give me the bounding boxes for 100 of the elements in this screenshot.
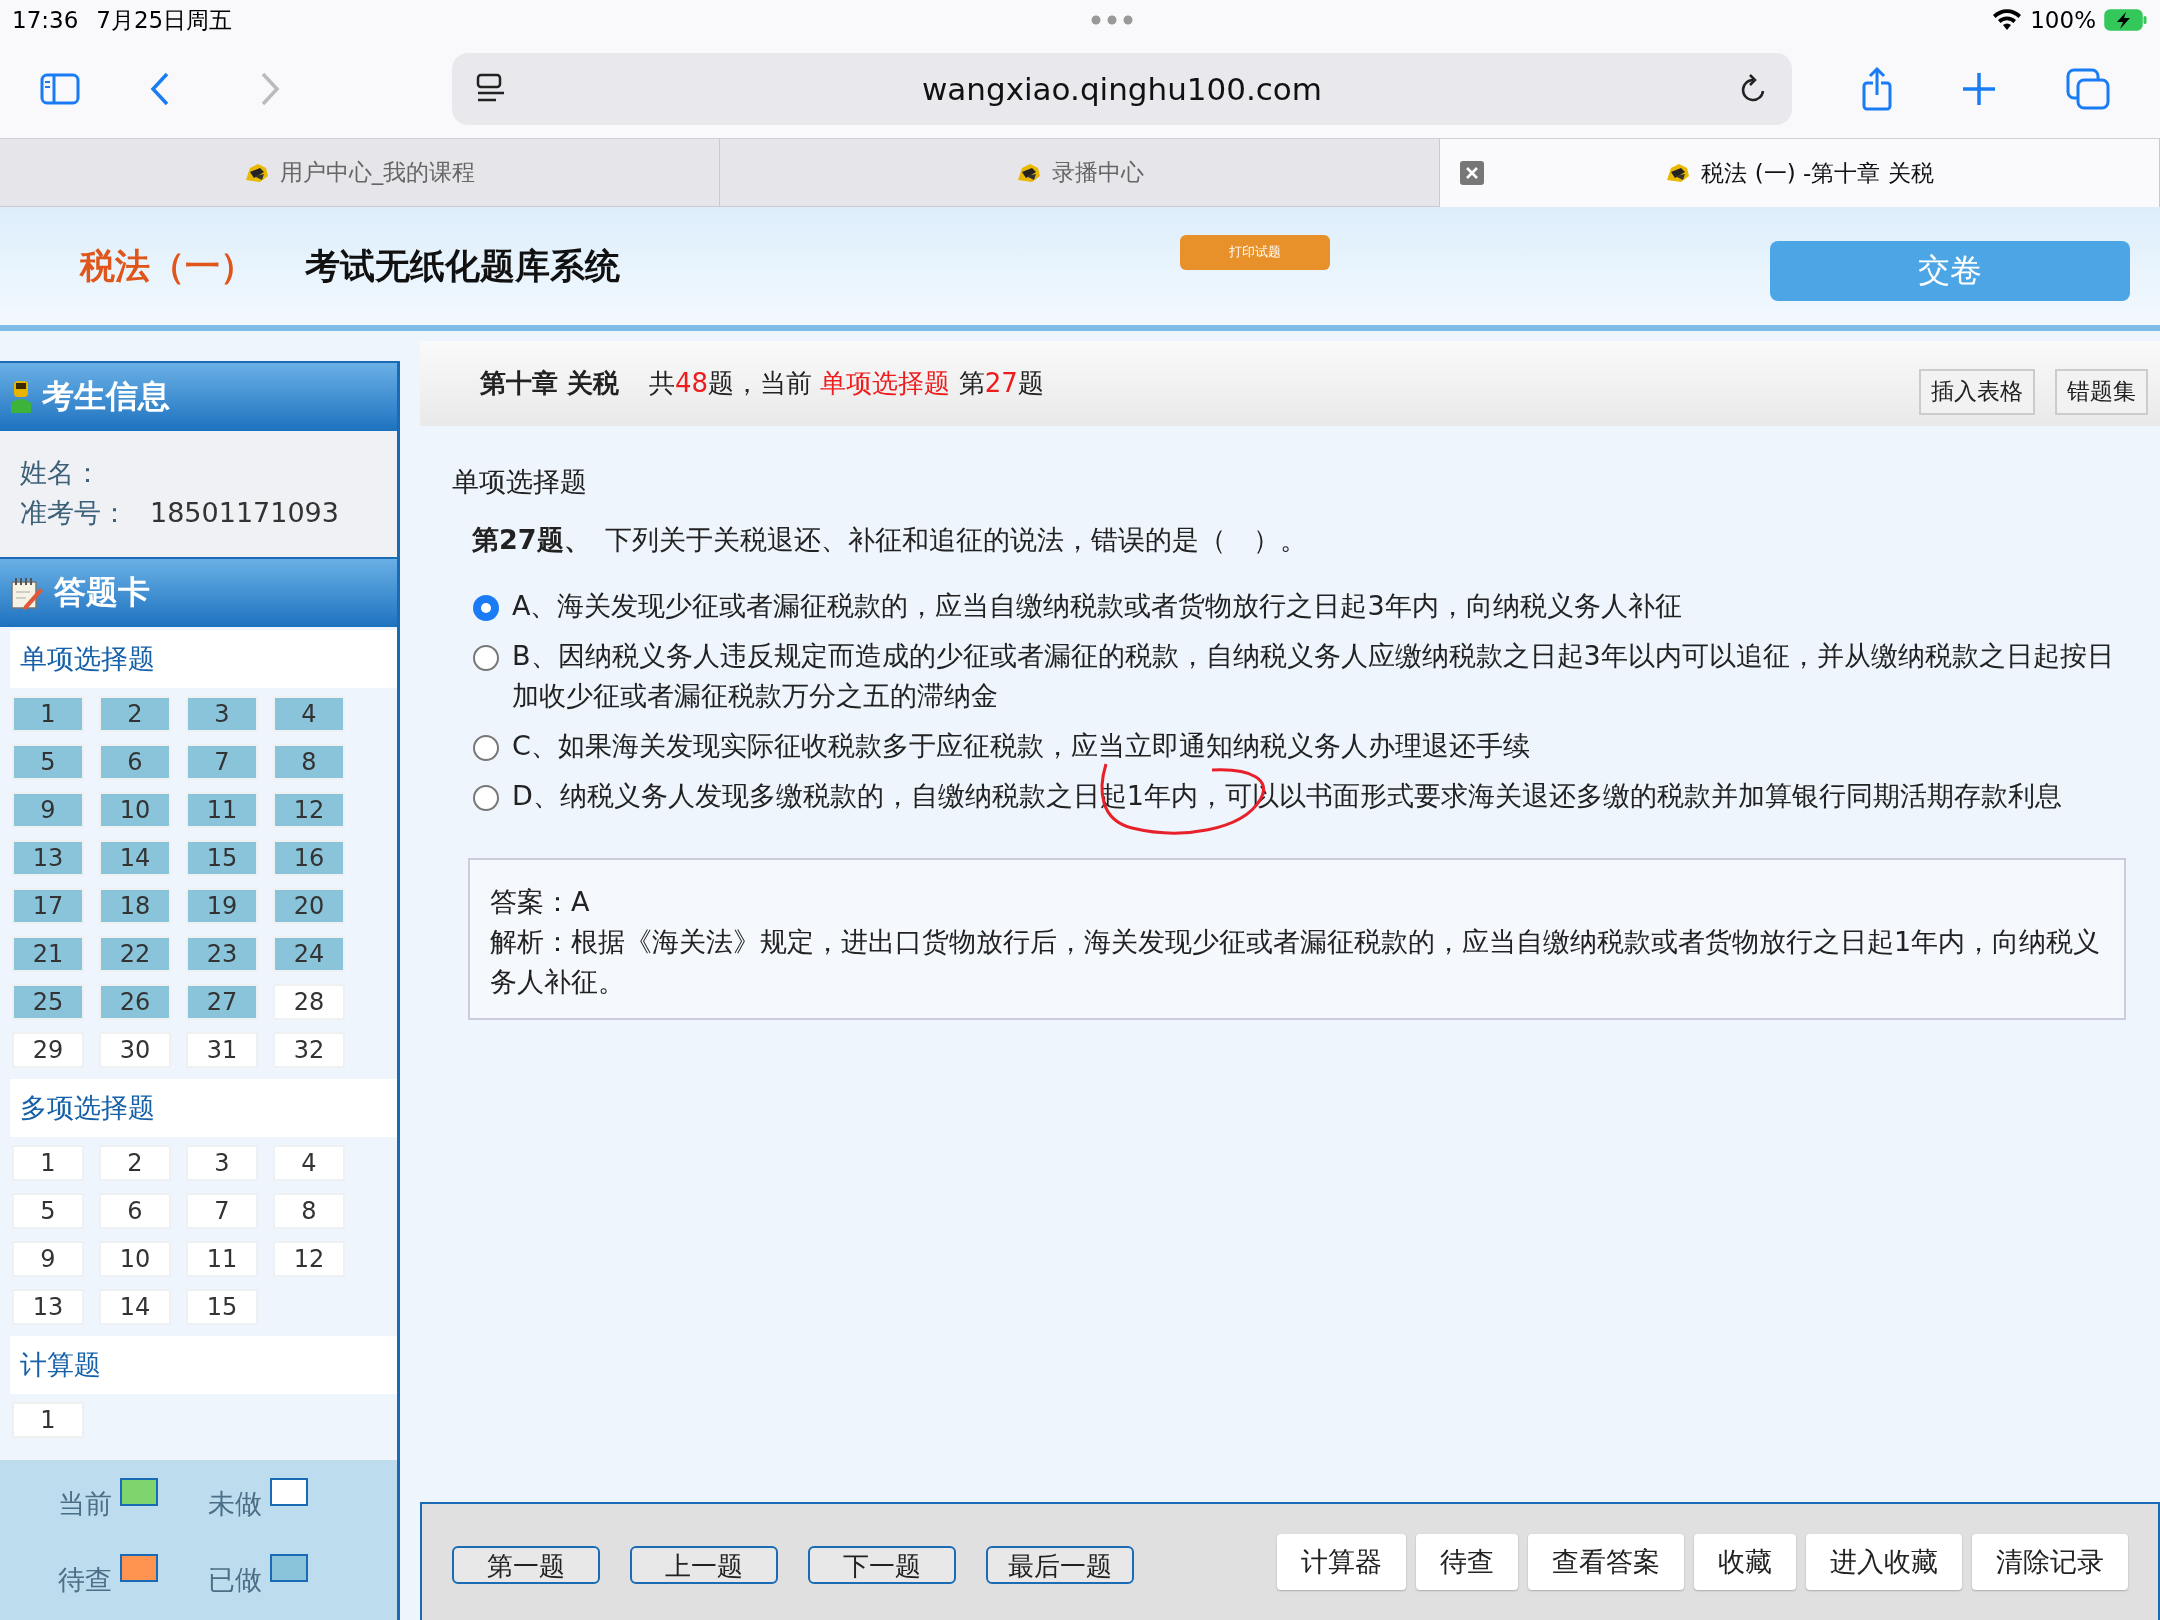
question-number-cell[interactable]: 23 [186, 936, 258, 972]
question-number-cell[interactable]: 14 [99, 840, 171, 876]
nav-button[interactable]: 上一题 [630, 1546, 778, 1584]
question-type-label: 单项选择题 [452, 465, 588, 499]
question-number-cell[interactable]: 31 [186, 1032, 258, 1068]
answer-option: A、海关发现少征或者漏征税款的，应当自缴纳税款或者货物放行之日起3年内，向纳税义务人补征 [512, 586, 1682, 626]
battery-percent: 100% [2030, 7, 2096, 33]
system-title: 考试无纸化题库系统 [305, 244, 620, 288]
question-number-cell[interactable]: 13 [12, 1289, 84, 1325]
nav-button[interactable]: 最后一题 [986, 1546, 1134, 1584]
section-header: 答题卡 [0, 557, 397, 627]
question-type-heading: 单项选择题 [10, 630, 397, 688]
question-number-cell[interactable]: 6 [99, 744, 171, 780]
answer-option: C、如果海关发现实际征收税款多于应征税款，应当立即通知纳税义务人办理退还手续 [512, 726, 1530, 766]
question-number-cell[interactable]: 5 [12, 1193, 84, 1229]
section-header: 考生信息 [0, 361, 397, 431]
question-number-cell[interactable]: 1 [12, 696, 84, 732]
more-dots-icon [1091, 15, 1134, 25]
question-number-cell[interactable]: 24 [273, 936, 345, 972]
question-number-cell[interactable]: 13 [12, 840, 84, 876]
nav-button[interactable]: 第一题 [452, 1546, 600, 1584]
radio-button[interactable] [472, 734, 500, 762]
question-number-cell[interactable]: 3 [186, 696, 258, 732]
tool-button[interactable]: 收藏 [1694, 1534, 1796, 1590]
question-number-cell[interactable]: 29 [12, 1032, 84, 1068]
chapter-title: 第十章 关税 [480, 367, 620, 400]
question-number-cell[interactable]: 27 [186, 984, 258, 1020]
question-number-cell[interactable]: 26 [99, 984, 171, 1020]
question-number-cell[interactable]: 5 [12, 744, 84, 780]
question-number-cell[interactable]: 9 [12, 792, 84, 828]
question-number-cell[interactable]: 12 [273, 1241, 345, 1277]
radio-button[interactable] [472, 784, 500, 812]
question-number-cell[interactable]: 6 [99, 1193, 171, 1229]
question-number-cell[interactable]: 1 [12, 1145, 84, 1181]
legend-label: 已做 [208, 1563, 262, 1597]
question-number-cell[interactable]: 12 [273, 792, 345, 828]
question-number-cell[interactable]: 8 [273, 1193, 345, 1229]
question-number-cell[interactable]: 30 [99, 1032, 171, 1068]
tool-button[interactable]: 计算器 [1277, 1534, 1406, 1590]
question-number-cell[interactable]: 18 [99, 888, 171, 924]
exam-id-value: 18501171093 [150, 497, 339, 528]
toolbar-button[interactable]: 错题集 [2055, 368, 2148, 415]
toolbar-button[interactable]: 插入表格 [1919, 368, 2035, 415]
sidebar-icon[interactable] [40, 73, 80, 105]
question-number-cell[interactable]: 28 [273, 984, 345, 1020]
question-number-cell[interactable]: 9 [12, 1241, 84, 1277]
question-number-cell[interactable]: 4 [273, 696, 345, 732]
question-number-cell[interactable]: 4 [273, 1145, 345, 1181]
question-number-cell[interactable]: 15 [186, 840, 258, 876]
question-number-cell[interactable]: 16 [273, 840, 345, 876]
radio-button[interactable] [472, 594, 500, 622]
question-number-cell[interactable]: 8 [273, 744, 345, 780]
tool-button[interactable]: 查看答案 [1528, 1534, 1684, 1590]
status-time: 17:36 [12, 7, 79, 33]
person-icon [10, 379, 32, 415]
share-icon[interactable] [1862, 67, 1892, 111]
question-number-cell[interactable]: 25 [12, 984, 84, 1020]
site-logo-icon [1665, 162, 1692, 184]
battery-charging-icon [2104, 9, 2148, 31]
nav-button[interactable]: 下一题 [808, 1546, 956, 1584]
answer-option: B、因纳税义务人违反规定而造成的少征或者漏征的税款，自纳税义务人应缴纳税款之日起3年以内可以追征，并从缴纳税款之日起按日加收少征或者漏征税款万分之五的滞纳金 [512, 636, 2130, 716]
close-icon[interactable] [1460, 161, 1484, 185]
question-number-cell[interactable]: 17 [12, 888, 84, 924]
plus-icon[interactable] [1962, 72, 1996, 106]
question-number-cell[interactable]: 14 [99, 1289, 171, 1325]
browser-tab[interactable]: 录播中心 [720, 139, 1440, 207]
question-number-cell[interactable]: 22 [99, 936, 171, 972]
question-number-cell[interactable]: 3 [186, 1145, 258, 1181]
question-number-cell[interactable]: 7 [186, 744, 258, 780]
question-number-cell[interactable]: 7 [186, 1193, 258, 1229]
browser-tab[interactable]: 用户中心_我的课程 [0, 139, 720, 207]
question-number-cell[interactable]: 10 [99, 1241, 171, 1277]
legend-label: 待查 [58, 1563, 112, 1597]
question-number-cell[interactable]: 19 [186, 888, 258, 924]
analysis-text: 解析：根据《海关法》规定，进出口货物放行后，海关发现少征或者漏征税款的，应当自缴纳税款或者货物放行之日起1年内，向纳税义务人补征。 [490, 925, 2102, 999]
question-number-cell[interactable]: 11 [186, 792, 258, 828]
question-number-cell[interactable]: 10 [99, 792, 171, 828]
name-label: 姓名： [20, 457, 101, 488]
answer-text: 答案：A [490, 886, 590, 917]
radio-button[interactable] [472, 644, 500, 672]
question-number-cell[interactable]: 2 [99, 696, 171, 732]
question-stem: 第27题、 下列关于关税退还、补征和追征的说法，错误的是（ ）。 [472, 523, 1308, 557]
question-number-cell[interactable]: 2 [99, 1145, 171, 1181]
question-number-cell[interactable]: 21 [12, 936, 84, 972]
question-number-cell[interactable]: 15 [186, 1289, 258, 1325]
notepad-pencil-icon [10, 576, 44, 610]
address-bar[interactable]: wangxiao.qinghu100.com [452, 53, 1792, 125]
wifi-icon [1992, 9, 2023, 31]
status-date: 7月25日周五 [96, 5, 233, 35]
question-number-cell[interactable]: 32 [273, 1032, 345, 1068]
tool-button[interactable]: 进入收藏 [1806, 1534, 1962, 1590]
back-icon[interactable] [150, 72, 170, 106]
question-number-cell[interactable]: 20 [273, 888, 345, 924]
tool-button[interactable]: 清除记录 [1972, 1534, 2128, 1590]
question-number-cell[interactable]: 11 [186, 1241, 258, 1277]
tool-button[interactable]: 待查 [1416, 1534, 1518, 1590]
site-logo-icon [243, 161, 270, 184]
question-number-cell[interactable]: 1 [12, 1402, 84, 1438]
tabs-icon[interactable] [2066, 68, 2110, 110]
site-logo-icon [1015, 161, 1042, 184]
